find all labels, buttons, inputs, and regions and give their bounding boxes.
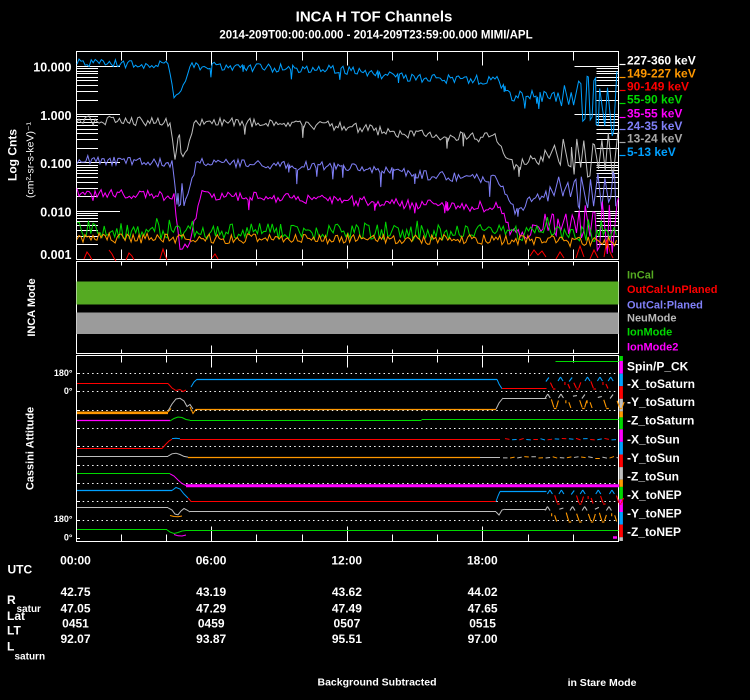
svg-text:-Y_toSun: -Y_toSun (627, 451, 680, 465)
svg-text:0°: 0° (64, 386, 73, 396)
svg-text:13-24 keV: 13-24 keV (627, 131, 682, 145)
svg-text:92.07: 92.07 (60, 632, 90, 646)
svg-text:0°: 0° (64, 533, 73, 543)
svg-text:L: L (7, 640, 14, 654)
svg-text:55-90 keV: 55-90 keV (627, 93, 682, 107)
svg-text:-Y_toNEP: -Y_toNEP (627, 507, 682, 521)
svg-text:47.49: 47.49 (332, 602, 362, 616)
svg-text:47.29: 47.29 (196, 602, 226, 616)
svg-text:-X_toSaturn: -X_toSaturn (627, 377, 695, 391)
svg-text:in Stare Mode: in Stare Mode (568, 677, 637, 689)
svg-text:10.000: 10.000 (33, 61, 71, 75)
svg-text:INCA Mode: INCA Mode (26, 278, 38, 336)
svg-text:0507: 0507 (334, 617, 361, 631)
svg-text:47.05: 47.05 (60, 602, 90, 616)
svg-text:47.65: 47.65 (468, 602, 498, 616)
svg-text:93.87: 93.87 (196, 632, 226, 646)
svg-text:0.100: 0.100 (40, 157, 71, 171)
svg-text:(cm²-sr-s-keV)⁻¹: (cm²-sr-s-keV)⁻¹ (25, 121, 37, 198)
svg-text:18:00: 18:00 (467, 554, 498, 568)
svg-text:-Z_toSaturn: -Z_toSaturn (627, 414, 694, 428)
svg-text:-Y_toSaturn: -Y_toSaturn (627, 395, 695, 409)
svg-text:Cassini Attitude: Cassini Attitude (25, 407, 37, 490)
svg-text:12:00: 12:00 (331, 554, 362, 568)
svg-text:0.010: 0.010 (40, 205, 71, 219)
svg-text:Log Cnts: Log Cnts (6, 129, 20, 181)
svg-text:43.62: 43.62 (332, 585, 362, 599)
svg-text:00:00: 00:00 (60, 554, 91, 568)
svg-text:5-13 keV: 5-13 keV (627, 145, 676, 159)
svg-text:0451: 0451 (62, 617, 89, 631)
svg-text:-Z_toNEP: -Z_toNEP (627, 525, 681, 539)
svg-text:180°: 180° (54, 514, 73, 524)
svg-text:42.75: 42.75 (60, 585, 90, 599)
svg-text:149-227 keV: 149-227 keV (627, 67, 696, 81)
svg-text:97.00: 97.00 (468, 632, 498, 646)
svg-text:95.51: 95.51 (332, 632, 362, 646)
svg-text:IonMode: IonMode (627, 327, 672, 339)
svg-text:227-360 keV: 227-360 keV (627, 54, 696, 68)
svg-text:-X_toSun: -X_toSun (627, 432, 680, 446)
svg-text:90-149 keV: 90-149 keV (627, 80, 689, 94)
svg-text:InCal: InCal (627, 269, 654, 281)
svg-text:Background Subtracted: Background Subtracted (317, 677, 436, 689)
svg-text:44.02: 44.02 (468, 585, 498, 599)
svg-text:R: R (7, 593, 16, 607)
svg-text:1.000: 1.000 (40, 109, 71, 123)
svg-text:OutCal:UnPlaned: OutCal:UnPlaned (627, 284, 717, 296)
svg-text:0459: 0459 (198, 617, 225, 631)
svg-text:saturn: saturn (15, 652, 46, 663)
svg-text:06:00: 06:00 (196, 554, 227, 568)
svg-text:43.19: 43.19 (196, 585, 226, 599)
svg-text:Lat: Lat (7, 609, 25, 623)
svg-text:OutCal:Planed: OutCal:Planed (627, 300, 703, 312)
svg-text:Spin/P_CK: Spin/P_CK (627, 360, 689, 374)
svg-text:NeuMode: NeuMode (627, 312, 677, 324)
svg-text:-X_toNEP: -X_toNEP (627, 488, 682, 502)
svg-text:-Z_toSun: -Z_toSun (627, 470, 679, 484)
svg-text:0515: 0515 (469, 617, 496, 631)
svg-text:UTC: UTC (8, 563, 33, 577)
svg-text:180°: 180° (54, 368, 73, 378)
svg-text:2014-209T00:00:00.000 - 2014-2: 2014-209T00:00:00.000 - 2014-209T23:59:0… (219, 30, 532, 42)
svg-text:LT: LT (7, 624, 21, 638)
svg-text:INCA H TOF Channels: INCA H TOF Channels (296, 9, 453, 26)
svg-text:0.001: 0.001 (40, 248, 71, 262)
svg-text:IonMode2: IonMode2 (627, 341, 678, 353)
